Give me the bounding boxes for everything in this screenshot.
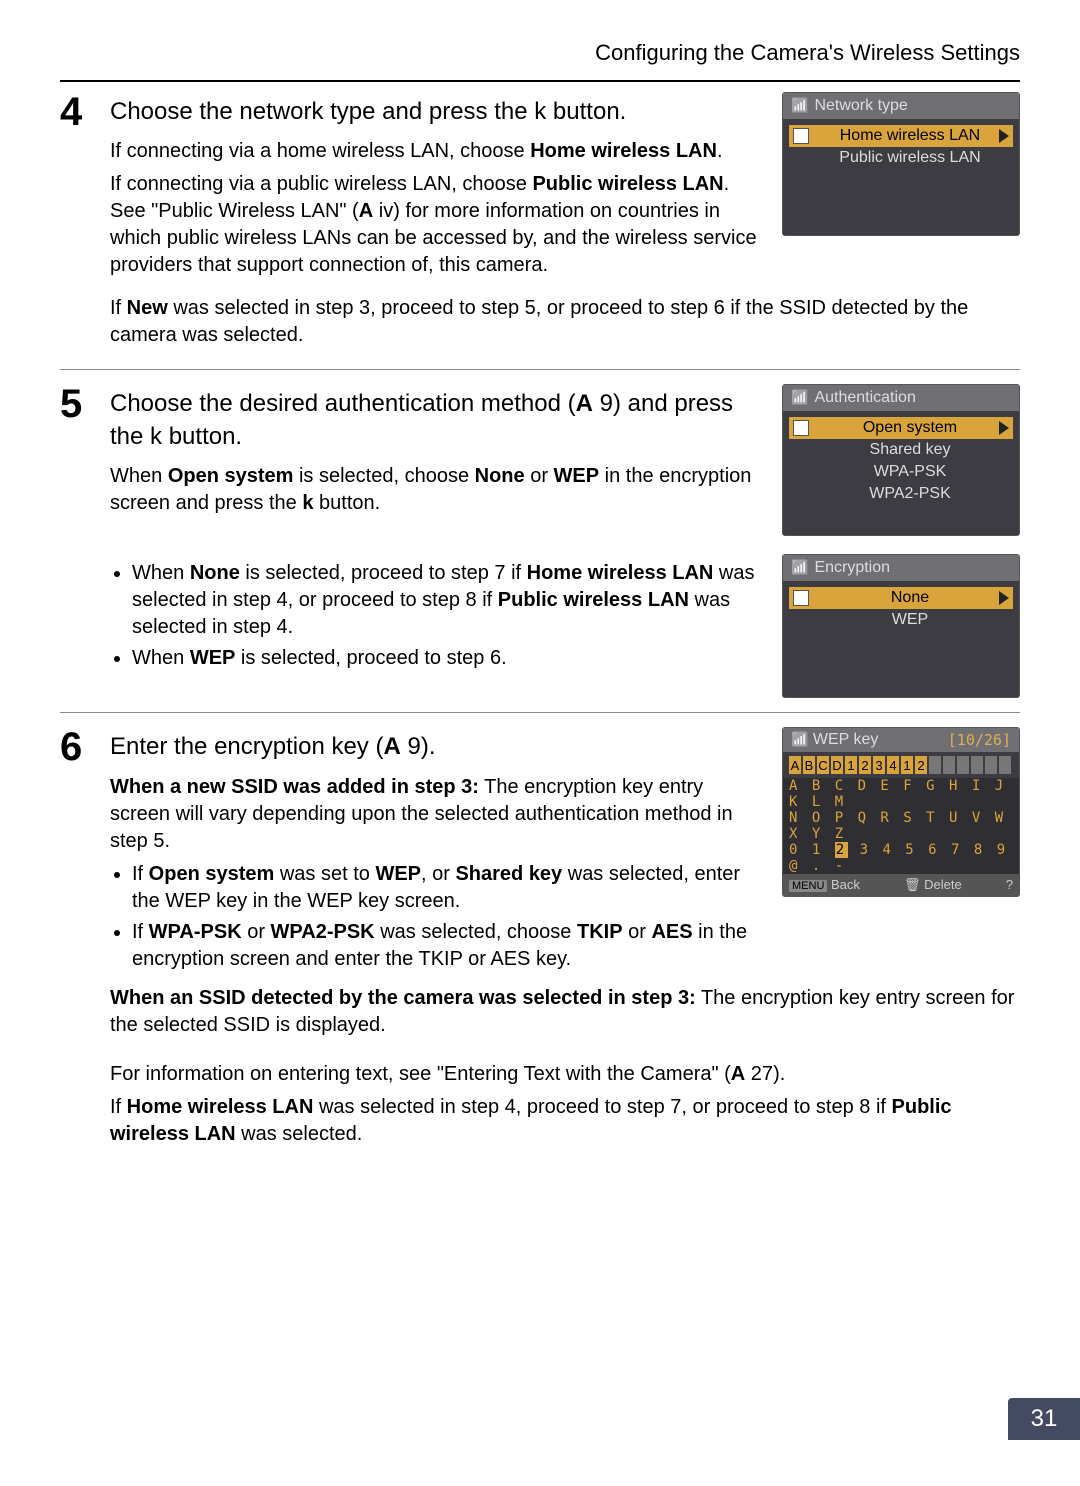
lcd-option-none: None: [789, 587, 1013, 609]
lcd-network-type: Network type Home wireless LAN Public wi…: [782, 92, 1020, 236]
step-4-title: Choose the network type and press the k …: [110, 96, 764, 128]
wifi-icon: [791, 389, 808, 407]
lcd-option-wpa2-psk: WPA2-PSK: [789, 483, 1013, 505]
step-6-p1: When a new SSID was added in step 3: The…: [110, 774, 764, 855]
step-6: 6 Enter the encryption key (A 9). When a…: [60, 727, 1020, 1153]
page-number: 31: [1008, 1398, 1080, 1440]
step-6-p2: When an SSID detected by the camera was …: [110, 985, 1020, 1039]
lcd-title-text: Authentication: [814, 389, 915, 407]
lcd-option-home-lan: Home wireless LAN: [789, 125, 1013, 147]
delete-label: Delete: [924, 877, 962, 892]
wep-cell: [971, 756, 983, 774]
lcd-encryption: Encryption None WEP: [782, 554, 1020, 698]
step-5-number: 5: [60, 384, 94, 698]
wep-cell: D: [831, 756, 843, 774]
wifi-icon: [791, 731, 808, 748]
keyboard-cursor: 2: [835, 842, 848, 858]
lcd-title-text: Encryption: [814, 559, 890, 577]
trash-icon: 🗑: [904, 877, 921, 892]
wep-cell: [943, 756, 955, 774]
lcd-option-wpa-psk: WPA-PSK: [789, 461, 1013, 483]
wep-cell: A: [789, 756, 801, 774]
step-6-title: Enter the encryption key (A 9).: [110, 731, 764, 763]
wifi-icon: [791, 97, 808, 115]
keyboard-row-3: 0 1 2 3 4 5 6 7 8 9 @ . -: [783, 842, 1019, 874]
cross-ref-icon: A 27: [731, 1063, 773, 1085]
keyboard-row-1: A B C D E F G H I J K L M: [783, 778, 1019, 810]
wep-cell: [985, 756, 997, 774]
wep-cell: [957, 756, 969, 774]
step-6-p4: If Home wireless LAN was selected in ste…: [110, 1094, 1020, 1148]
step-4-p2: If connecting via a public wireless LAN,…: [110, 171, 764, 279]
lcd-option-wep: WEP: [789, 609, 1013, 631]
back-label: Back: [831, 877, 860, 892]
page: Configuring the Camera's Wireless Settin…: [0, 0, 1080, 1486]
ok-button-glyph: k: [302, 492, 313, 514]
lcd-title-text: Network type: [814, 97, 907, 115]
wep-key-counter: [10/26]: [948, 731, 1011, 749]
menu-button-tag: MENU: [789, 880, 827, 892]
lcd-wep-key: WEP key [10/26] ABCD123412 A B C D E F G…: [782, 727, 1020, 897]
step-5-bullet-2: When WEP is selected, proceed to step 6.: [132, 645, 764, 672]
wep-cell: 1: [901, 756, 913, 774]
header-rule: [60, 80, 1020, 82]
ok-button-glyph: k: [150, 423, 162, 450]
wep-cell: B: [803, 756, 815, 774]
step-6-p3: For information on entering text, see "E…: [110, 1061, 1020, 1088]
wep-cell: 1: [845, 756, 857, 774]
lcd-option-shared-key: Shared key: [789, 439, 1013, 461]
wep-cell: [929, 756, 941, 774]
wep-cell: 3: [873, 756, 885, 774]
step-5-p1: When Open system is selected, choose Non…: [110, 463, 764, 517]
lcd-option-public-lan: Public wireless LAN: [789, 147, 1013, 169]
wifi-icon: [791, 559, 808, 577]
keyboard-row-2: N O P Q R S T U V W X Y Z: [783, 810, 1019, 842]
step-4-p3: If New was selected in step 3, proceed t…: [110, 295, 1020, 349]
step-6-number: 6: [60, 727, 94, 1153]
wep-key-input-cells: ABCD123412: [783, 752, 1019, 778]
step-5-bullet-1: When None is selected, proceed to step 7…: [132, 560, 764, 641]
step-5: 5 Choose the desired authentication meth…: [60, 384, 1020, 698]
wep-cell: 4: [887, 756, 899, 774]
cross-ref-icon: A iv: [359, 200, 393, 222]
divider: [60, 369, 1020, 370]
wep-cell: [999, 756, 1011, 774]
cross-ref-icon: A 9: [383, 733, 420, 760]
step-4-number: 4: [60, 92, 94, 355]
lcd-option-open-system: Open system: [789, 417, 1013, 439]
step-6-bullet-2: If WPA-PSK or WPA2-PSK was selected, cho…: [132, 919, 764, 973]
wep-cell: 2: [915, 756, 927, 774]
cross-ref-icon: A 9: [576, 390, 613, 417]
help-icon: ?: [1006, 877, 1013, 893]
step-4-p1: If connecting via a home wireless LAN, c…: [110, 138, 764, 165]
divider: [60, 712, 1020, 713]
page-header: Configuring the Camera's Wireless Settin…: [60, 40, 1020, 66]
lcd-authentication: Authentication Open system Shared key WP…: [782, 384, 1020, 536]
step-5-title: Choose the desired authentication method…: [110, 388, 764, 453]
lcd-title-text: WEP key: [813, 731, 879, 748]
wep-cell: 2: [859, 756, 871, 774]
step-6-bullet-1: If Open system was set to WEP, or Shared…: [132, 861, 764, 915]
ok-button-glyph: k: [534, 98, 546, 125]
step-4: 4 Choose the network type and press the …: [60, 92, 1020, 355]
wep-cell: C: [817, 756, 829, 774]
